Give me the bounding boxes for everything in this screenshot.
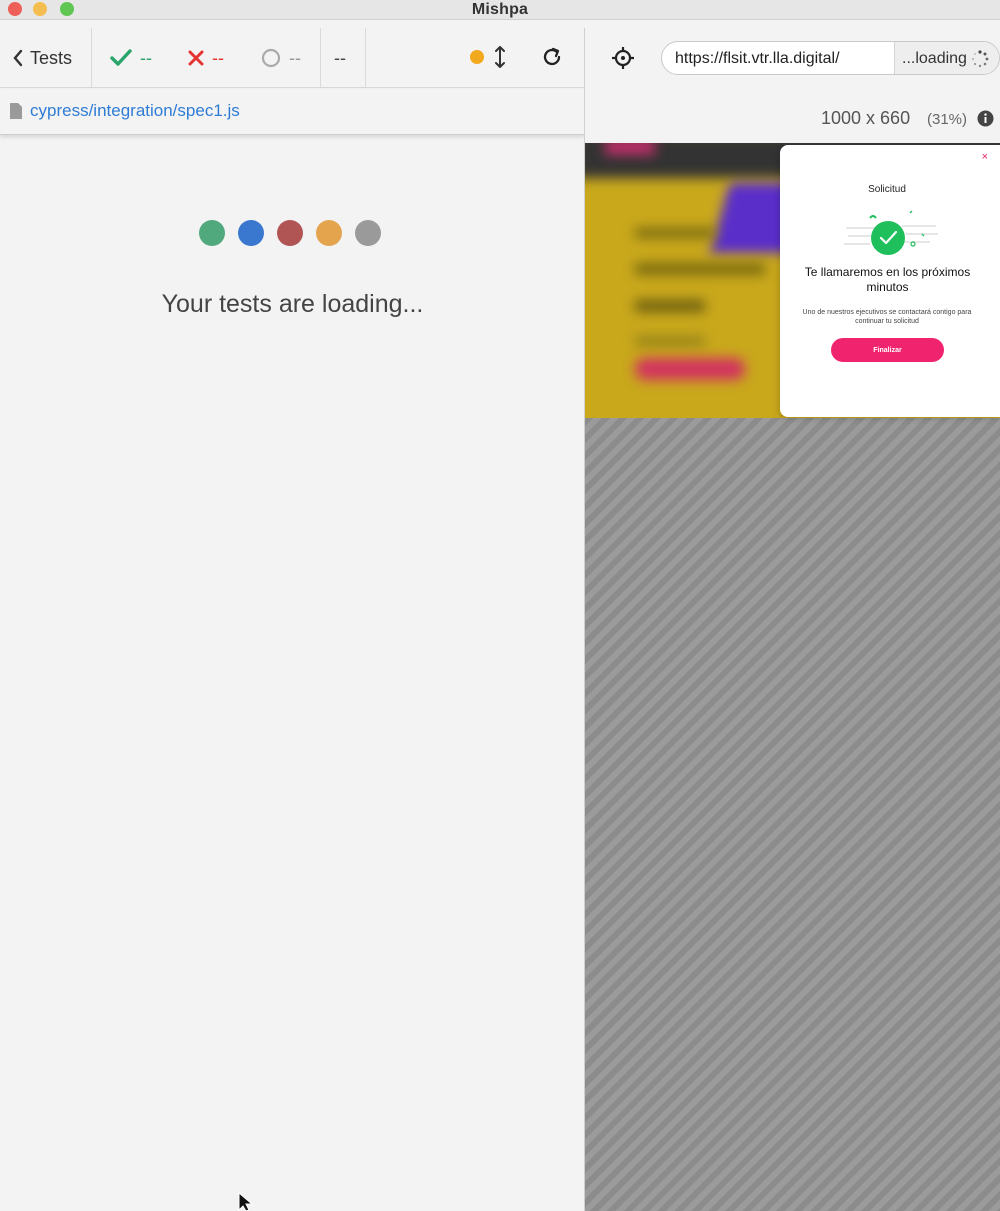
loading-dots: [199, 220, 381, 246]
chevron-left-icon: [13, 49, 23, 67]
viewport-size: 1000 x 660: [821, 108, 911, 128]
aut-empty-area: [585, 418, 1000, 1211]
loading-dot: [238, 220, 264, 246]
modal-title: Te llamaremos en los próximos minutos: [804, 265, 971, 294]
url-loading-indicator: ...loading: [895, 42, 999, 74]
aut-url[interactable]: https://flsit.vtr.lla.digital/: [675, 50, 840, 68]
spec-file-link[interactable]: cypress/integration/spec1.js: [30, 101, 240, 121]
mouse-cursor-icon: [238, 1192, 254, 1211]
blurred-cta: [635, 358, 745, 380]
loading-dot: [316, 220, 342, 246]
checkmark-icon: [110, 49, 132, 66]
success-check-icon: [844, 210, 938, 255]
window-title: Mishpa: [471, 1, 529, 18]
back-label: Tests: [30, 47, 73, 68]
pending-value: --: [289, 47, 301, 68]
modal-heading: Solicitud: [868, 184, 906, 195]
title-bar: Mishpa: [0, 0, 1000, 20]
failed-count[interactable]: --: [188, 28, 224, 88]
pending-count[interactable]: --: [261, 28, 301, 88]
blurred-text: [635, 300, 705, 312]
blurred-text: [635, 337, 705, 345]
modal-body-text: Uno de nuestros ejecutivos se contactará…: [802, 309, 972, 325]
loading-dot: [199, 220, 225, 246]
blurred-text: [635, 228, 715, 238]
viewport-scale: (31%): [927, 111, 968, 128]
spec-path-bar: cypress/integration/spec1.js: [0, 89, 585, 135]
reload-icon[interactable]: [541, 46, 563, 68]
info-icon[interactable]: [977, 110, 994, 127]
passed-value: --: [140, 47, 152, 68]
solicitud-modal: × Solicitud Te llamaremos en los próximo…: [780, 145, 1000, 417]
blurred-text: [635, 263, 765, 275]
spinner-icon: [972, 50, 989, 68]
duration: --: [334, 47, 346, 68]
header-divider: [91, 28, 92, 88]
modal-close-button[interactable]: ×: [982, 151, 988, 163]
auto-scroll-icon[interactable]: [494, 46, 506, 68]
selector-playground-icon[interactable]: [612, 47, 634, 69]
finalizar-button[interactable]: Finalizar: [831, 338, 944, 362]
header-divider: [365, 28, 366, 88]
loading-message: Your tests are loading...: [161, 290, 424, 318]
cypress-runner: Mishpa Tests -- -- -- -- cypress/integra…: [0, 0, 1000, 1211]
url-loading-label: ...loading: [902, 50, 967, 67]
circle-notch-icon: [261, 48, 281, 68]
loading-dot: [355, 220, 381, 246]
blurred-logo: [605, 143, 655, 155]
file-icon: [10, 103, 22, 119]
back-to-tests-button[interactable]: Tests: [12, 28, 72, 88]
x-icon: [188, 50, 204, 66]
running-indicator: [470, 50, 484, 64]
url-bar[interactable]: https://flsit.vtr.lla.digital/ ...loadin…: [661, 41, 1000, 75]
header-divider: [320, 28, 321, 88]
passed-count[interactable]: --: [110, 28, 152, 88]
failed-value: --: [212, 47, 224, 68]
loading-dot: [277, 220, 303, 246]
